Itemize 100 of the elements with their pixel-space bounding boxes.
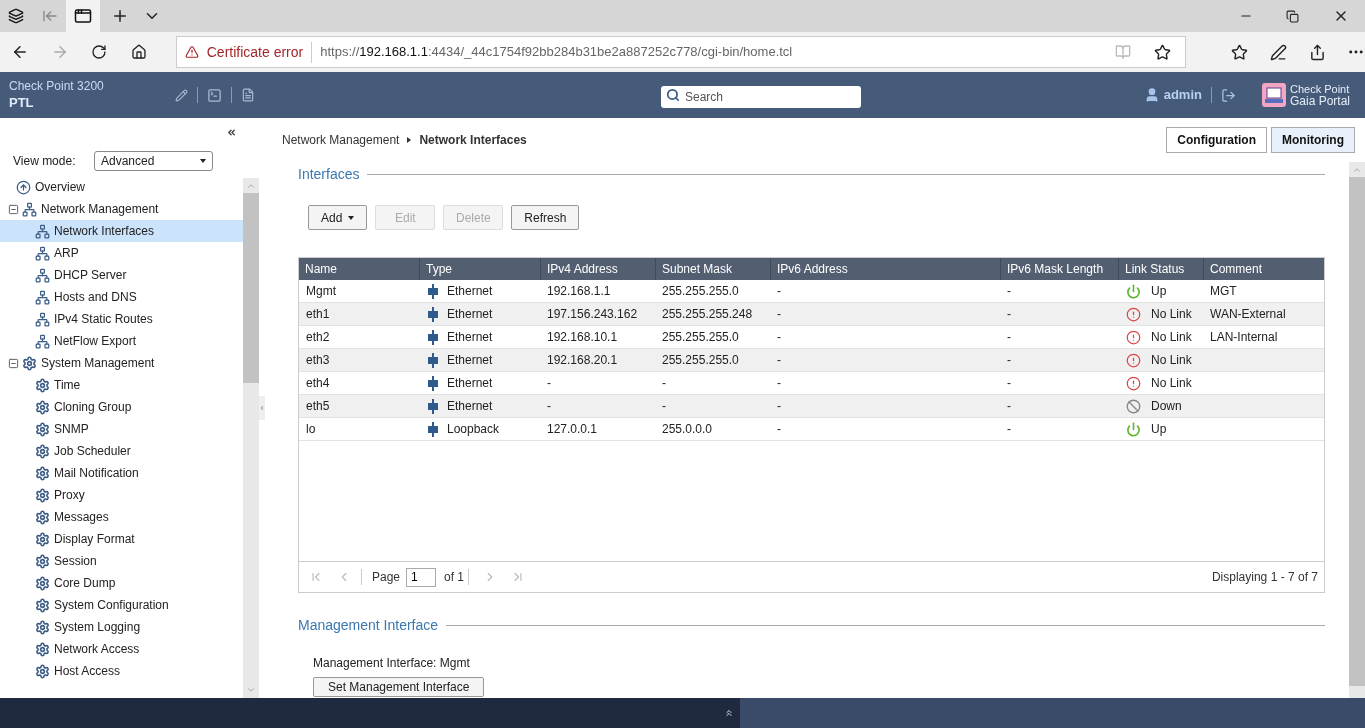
breadcrumb-current: Network Interfaces: [419, 132, 527, 149]
table-cell-text: -: [777, 421, 781, 438]
port-icon: [427, 283, 439, 299]
share-icon[interactable]: [1309, 43, 1327, 61]
table-cell-text: Ethernet: [447, 375, 493, 392]
power-icon: [1126, 283, 1141, 299]
alert-icon: [1126, 375, 1141, 391]
back-icon[interactable]: [11, 43, 29, 61]
blocked-icon: [1126, 398, 1141, 414]
table-cell-text: 127.0.0.1: [547, 421, 598, 438]
tree-item[interactable]: IPv4 Static Routes: [0, 308, 243, 330]
table-cell-text: Mgmt: [306, 283, 336, 300]
tree-item[interactable]: Overview: [0, 176, 243, 198]
reload-icon[interactable]: [90, 44, 107, 60]
tree-item[interactable]: Proxy: [0, 484, 243, 506]
tree-item[interactable]: ARP: [0, 242, 243, 264]
view-mode-dropdown[interactable]: Advanced: [94, 151, 213, 171]
toolbar-button[interactable]: Add: [308, 205, 368, 230]
tabs-icon[interactable]: [8, 8, 24, 24]
new-tab-icon[interactable]: [111, 7, 129, 25]
tree-item[interactable]: Network Access: [0, 638, 243, 660]
tree-item[interactable]: Mail Notification: [0, 462, 243, 484]
table-row[interactable]: eth1 Ethernet 197.156.243.162 255.255.255.248 - - No Link WAN-External: [299, 303, 1324, 326]
table-cell-text: No Link: [1151, 329, 1192, 346]
certificate-warning[interactable]: Certificate error: [206, 41, 313, 63]
pencil-icon[interactable]: [175, 88, 188, 102]
tree-item[interactable]: System Configuration: [0, 594, 243, 616]
table-cell-text: -: [547, 375, 551, 392]
tree-item[interactable]: Hosts and DNS: [0, 286, 243, 308]
table-cell-text: Down: [1151, 398, 1182, 415]
collapse-icon[interactable]: [8, 357, 19, 369]
table-cell-text: -: [777, 283, 781, 300]
tree-item[interactable]: Network Interfaces: [0, 220, 243, 242]
table-cell-text: -: [662, 375, 666, 392]
tree-item[interactable]: Time: [0, 374, 243, 396]
expand-panel-icon[interactable]: [724, 708, 734, 718]
address-field[interactable]: Certificate error https://192.168.1.1:4434/_44c1754f92bb284b31be2a887252c778/cgi-bin/home.tcl: [175, 36, 1187, 68]
user-name[interactable]: admin: [1163, 85, 1202, 105]
tree-item[interactable]: Session: [0, 550, 243, 572]
table-cell-text: eth1: [306, 306, 330, 323]
tree-item[interactable]: Core Dump: [0, 572, 243, 594]
home-icon[interactable]: [130, 44, 147, 60]
display-summary: Displaying 1 - 7 of 7: [1211, 569, 1318, 586]
collapse-icon[interactable]: [8, 203, 19, 215]
table-row[interactable]: eth3 Ethernet 192.168.20.1 255.255.255.0 - - No Link: [299, 349, 1324, 372]
tree-item[interactable]: Host Access: [0, 660, 243, 682]
table-cell-text: Ethernet: [447, 306, 493, 323]
tree-item[interactable]: Display Format: [0, 528, 243, 550]
table-cell-text: -: [777, 352, 781, 369]
table-cell-text: -: [777, 329, 781, 346]
table-cell-text: -: [1007, 352, 1011, 369]
gear-icon: [22, 355, 37, 371]
document-icon[interactable]: [241, 88, 255, 102]
table-cell-text: -: [1007, 375, 1011, 392]
tree-item[interactable]: Cloning Group: [0, 396, 243, 418]
table-cell-text: -: [777, 375, 781, 392]
main-scrollbar[interactable]: [1349, 162, 1365, 698]
mode-tab[interactable]: Configuration: [1166, 127, 1267, 153]
port-icon: [427, 352, 439, 368]
tree-item[interactable]: NetFlow Export: [0, 330, 243, 352]
toolbar-button[interactable]: Refresh: [511, 205, 580, 230]
hostname: PTL: [9, 94, 35, 112]
logo-icon: [1261, 83, 1286, 107]
table-cell-text: 192.168.1.1: [547, 283, 611, 300]
mode-tab[interactable]: Monitoring: [1271, 127, 1355, 153]
tree-item[interactable]: Network Management: [0, 198, 243, 220]
section-title: Management Interface: [298, 616, 439, 635]
tree-item[interactable]: System Management: [0, 352, 243, 374]
search-field[interactable]: Search: [661, 86, 861, 108]
tree-item[interactable]: Messages: [0, 506, 243, 528]
network-icon: [35, 333, 50, 349]
table-cell-text: No Link: [1151, 375, 1192, 392]
alert-icon: [1126, 329, 1141, 345]
logout-icon[interactable]: [1220, 87, 1236, 103]
gear-icon: [35, 465, 50, 481]
network-icon: [35, 245, 50, 261]
port-icon: [427, 398, 439, 414]
tree-item[interactable]: Job Scheduler: [0, 440, 243, 462]
table-cell-text: Ethernet: [447, 283, 493, 300]
tree-item[interactable]: SNMP: [0, 418, 243, 440]
window-icon[interactable]: [74, 7, 92, 25]
tree-item[interactable]: DHCP Server: [0, 264, 243, 286]
alert-icon: [1126, 352, 1141, 368]
pen-icon[interactable]: [1270, 43, 1288, 61]
splitter-handle-icon[interactable]: [259, 396, 265, 420]
warning-icon: [184, 45, 199, 59]
column-header[interactable]: Name: [299, 258, 419, 280]
table-cell-text: -: [1007, 283, 1011, 300]
table-row[interactable]: eth5 Ethernet - - - - Down: [299, 395, 1324, 418]
table-cell-text: -: [777, 306, 781, 323]
page-field[interactable]: 1: [406, 567, 437, 587]
favorites-icon[interactable]: [1231, 43, 1249, 61]
table-cell-text: 255.255.255.248: [662, 306, 753, 323]
set-management-button[interactable]: Set Management Interface: [313, 677, 485, 697]
tree-item[interactable]: System Logging: [0, 616, 243, 638]
restore-icon[interactable]: [1286, 9, 1299, 23]
favorite-icon[interactable]: [1154, 43, 1172, 61]
breadcrumb-link[interactable]: Network Management: [282, 131, 400, 149]
browser-tab[interactable]: [66, 0, 100, 32]
terminal-icon[interactable]: [207, 87, 222, 103]
